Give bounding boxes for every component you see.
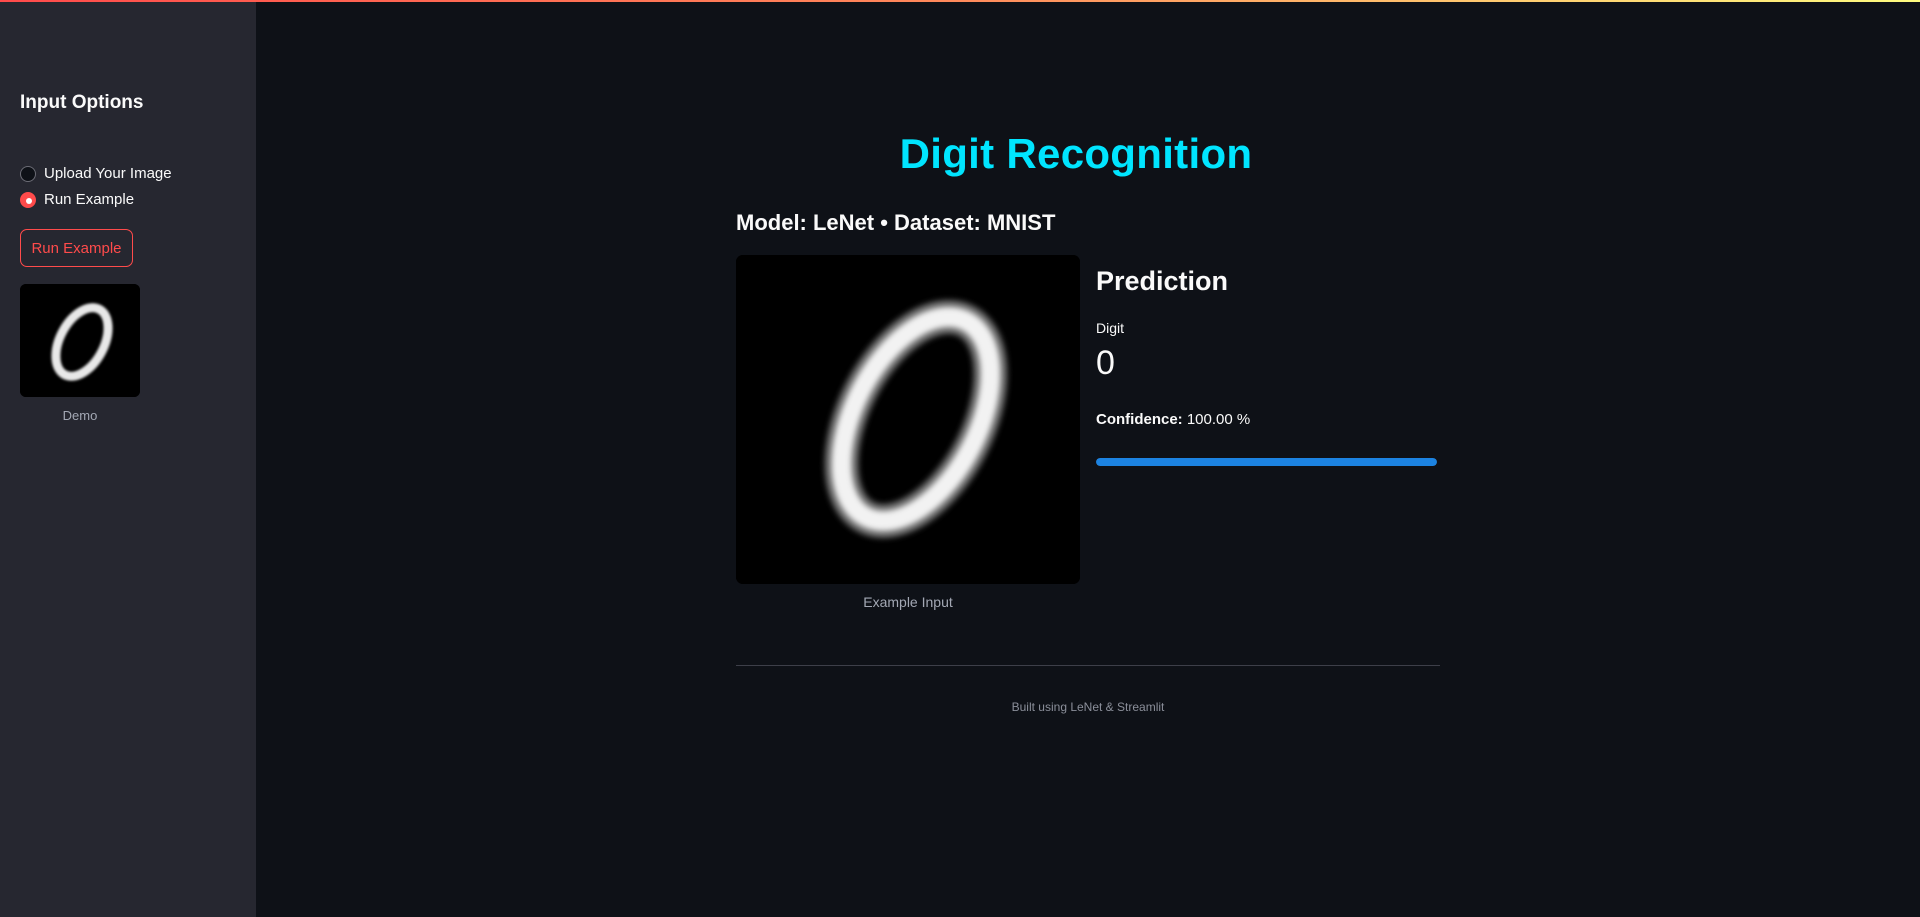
confidence-line: Confidence: 100.00 %	[1096, 411, 1250, 428]
confidence-label: Confidence:	[1096, 411, 1183, 428]
demo-digit-image	[20, 284, 140, 397]
run-example-button[interactable]: Run Example	[20, 229, 133, 267]
model-dataset-subtitle: Model: LeNet • Dataset: MNIST	[736, 210, 1056, 235]
confidence-progress-fill	[1096, 458, 1437, 466]
divider	[736, 665, 1440, 666]
digit-metric-label: Digit	[1096, 320, 1125, 336]
radio-unchecked-icon[interactable]	[20, 165, 36, 182]
sidebar: Input Options Upload Your Image Run Exam…	[0, 0, 256, 917]
radio-checked-icon[interactable]	[20, 191, 36, 208]
prediction-heading: Prediction	[1096, 266, 1229, 296]
footer-text: Built using LeNet & Streamlit	[1011, 700, 1165, 714]
page-title: Digit Recognition	[899, 130, 1253, 177]
example-digit-image	[736, 255, 1080, 584]
radio-upload-label: Upload Your Image	[44, 165, 172, 182]
demo-thumbnail	[20, 284, 140, 397]
demo-caption: Demo	[62, 408, 98, 423]
top-decoration-bar	[0, 0, 1920, 2]
example-input-caption: Example Input	[863, 594, 953, 610]
digit-metric-value: 0	[1096, 344, 1115, 382]
confidence-value: 100.00 %	[1186, 411, 1251, 428]
sidebar-title: Input Options	[20, 92, 144, 113]
radio-run-example-label: Run Example	[44, 191, 135, 208]
example-input-image	[736, 255, 1080, 584]
confidence-progress-bar	[1096, 458, 1437, 466]
radio-run-example[interactable]: Run Example	[20, 191, 134, 208]
radio-upload-image[interactable]: Upload Your Image	[20, 165, 172, 182]
